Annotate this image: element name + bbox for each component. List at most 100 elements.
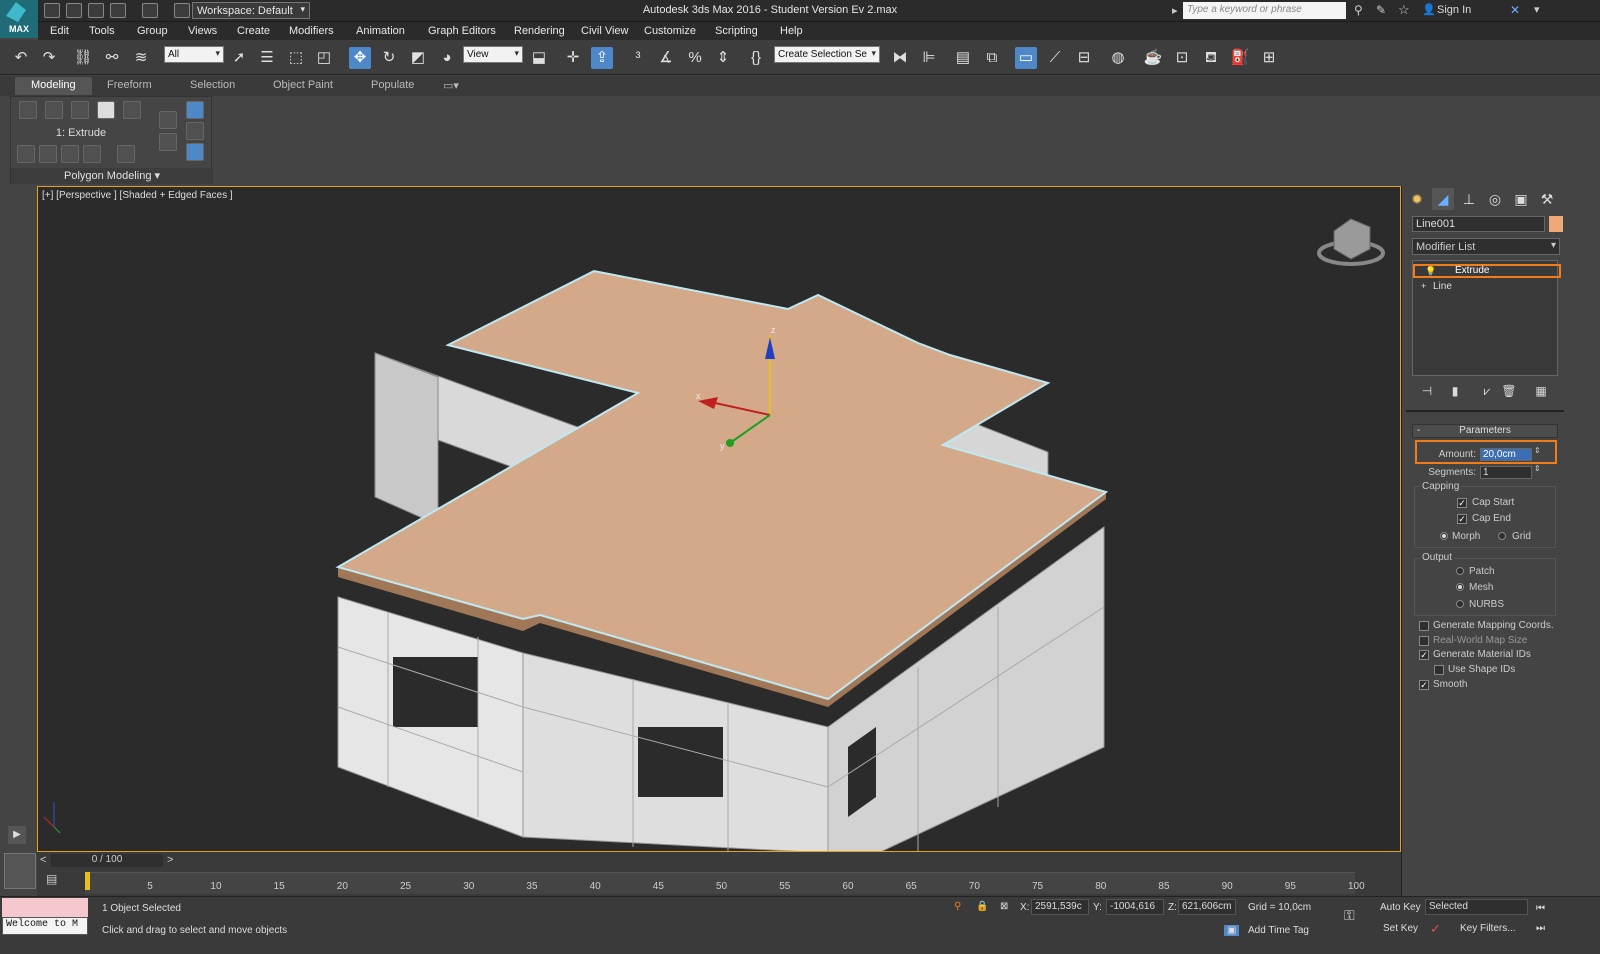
amount-input[interactable]: 20,0cm bbox=[1480, 448, 1532, 461]
bind-space-warp-icon[interactable]: ≋ bbox=[130, 47, 152, 69]
new-file-icon[interactable] bbox=[44, 3, 60, 18]
hierarchy-panel-icon[interactable]: ⊥ bbox=[1458, 188, 1480, 210]
rendered-frame-window-icon[interactable]: ⊡ bbox=[1171, 47, 1193, 69]
undo-icon[interactable]: ↶ bbox=[10, 47, 32, 69]
z-coord-field[interactable]: 621,606cm bbox=[1178, 899, 1236, 915]
element-icon[interactable] bbox=[123, 101, 141, 119]
use-shape-ids-checkbox[interactable] bbox=[1434, 665, 1444, 675]
real-world-checkbox[interactable] bbox=[1419, 636, 1429, 646]
toggle-modifier-icon[interactable] bbox=[117, 145, 135, 163]
show-end-result-icon[interactable] bbox=[83, 145, 101, 163]
percent-snap-icon[interactable]: % bbox=[684, 47, 706, 69]
modify-panel-icon[interactable]: ◢ bbox=[1432, 188, 1454, 210]
segments-spinner-icon[interactable]: ⇕ bbox=[1534, 464, 1541, 473]
render-setup-icon[interactable]: ☕ bbox=[1142, 47, 1164, 69]
select-and-scale-icon[interactable]: ◩ bbox=[407, 47, 429, 69]
generate-mapping-checkbox[interactable] bbox=[1419, 621, 1429, 631]
redo-icon[interactable]: ↷ bbox=[38, 47, 60, 69]
exchange-icon[interactable]: ✕ bbox=[1510, 3, 1520, 17]
amount-spinner-icon[interactable]: ⇕ bbox=[1534, 446, 1541, 455]
ribbon-toggle-icon[interactable]: ▭ bbox=[1015, 47, 1037, 69]
time-slider-marker[interactable] bbox=[85, 872, 90, 890]
border-icon[interactable] bbox=[71, 101, 89, 119]
stack-up-icon[interactable] bbox=[39, 145, 57, 163]
menu-customize[interactable]: Customize bbox=[644, 25, 696, 37]
workspace-dropdown[interactable]: Workspace: Default bbox=[192, 2, 310, 19]
cap-start-checkbox[interactable]: ✓ bbox=[1457, 498, 1467, 508]
search-arrow-icon[interactable]: ▸ bbox=[1172, 4, 1178, 17]
tab-modeling[interactable]: Modeling bbox=[15, 77, 92, 95]
configure-modifier-sets-icon[interactable]: ▦ bbox=[1532, 384, 1550, 402]
tab-selection[interactable]: Selection bbox=[190, 79, 235, 91]
selection-filter-dropdown[interactable]: All bbox=[164, 46, 224, 63]
open-file-icon[interactable] bbox=[66, 3, 82, 18]
link-icon[interactable]: ⛓ bbox=[72, 47, 94, 69]
pin-stack-icon[interactable]: ⊣ bbox=[1418, 384, 1436, 402]
select-manipulate-icon[interactable]: ✛ bbox=[562, 47, 584, 69]
mini-listener[interactable] bbox=[4, 853, 36, 889]
lightbulb-icon[interactable]: 💡 bbox=[1425, 266, 1436, 276]
polygon-modeling-panel-label[interactable]: Polygon Modeling ▾ bbox=[11, 168, 213, 184]
vertex-icon[interactable] bbox=[19, 101, 37, 119]
sign-in-link[interactable]: Sign In bbox=[1437, 4, 1471, 16]
menu-create[interactable]: Create bbox=[237, 25, 270, 37]
ignore-backfacing-icon[interactable] bbox=[186, 101, 204, 119]
communication-icon[interactable]: ✎ bbox=[1376, 3, 1386, 17]
by-angle-icon[interactable] bbox=[186, 122, 204, 140]
nurbs-radio[interactable] bbox=[1456, 600, 1464, 608]
set-key-button[interactable]: Set Key bbox=[1383, 923, 1418, 934]
align-icon[interactable]: ⊫ bbox=[918, 47, 940, 69]
pivot-center-icon[interactable]: ⬓ bbox=[528, 47, 550, 69]
generate-material-ids-checkbox[interactable]: ✓ bbox=[1419, 650, 1429, 660]
remove-modifier-icon[interactable]: 🗑 bbox=[1500, 384, 1518, 402]
time-tag-icon[interactable]: ▣ bbox=[1224, 925, 1240, 936]
unlink-icon[interactable]: ⚯ bbox=[101, 47, 123, 69]
y-coord-field[interactable]: -1004,616 bbox=[1106, 899, 1164, 915]
search-input[interactable]: Type a keyword or phrase bbox=[1183, 2, 1346, 19]
add-time-tag-button[interactable]: Add Time Tag bbox=[1248, 925, 1309, 936]
select-and-move-icon[interactable]: ✥ bbox=[349, 47, 371, 69]
stack-item-line[interactable]: + Line bbox=[1413, 281, 1553, 293]
select-and-rotate-icon[interactable]: ↻ bbox=[378, 47, 400, 69]
modify-mode-icon[interactable] bbox=[17, 145, 35, 163]
mirror-icon[interactable]: ⧓ bbox=[889, 47, 911, 69]
render-iterative-icon[interactable]: ⛽ bbox=[1229, 47, 1251, 69]
next-frame-icon[interactable]: > bbox=[167, 854, 173, 866]
undo-icon[interactable] bbox=[110, 3, 126, 18]
stack-item-extrude[interactable]: 💡 Extrude bbox=[1413, 264, 1561, 278]
help-dropdown-icon[interactable]: ▾ bbox=[1534, 3, 1540, 16]
object-name-field[interactable]: Line001 bbox=[1412, 216, 1545, 232]
go-to-start-icon[interactable]: ⏮ bbox=[1536, 903, 1545, 914]
motion-panel-icon[interactable]: ◎ bbox=[1484, 188, 1506, 210]
curve-editor-icon[interactable]: ⟋ bbox=[1044, 47, 1066, 69]
reference-coordinate-dropdown[interactable]: View bbox=[463, 46, 523, 63]
select-object-icon[interactable]: ➚ bbox=[228, 47, 250, 69]
keyboard-shortcut-override-icon[interactable]: ⇪ bbox=[591, 47, 613, 69]
menu-views[interactable]: Views bbox=[188, 25, 217, 37]
menu-scripting[interactable]: Scripting bbox=[715, 25, 758, 37]
named-selection-sets-dropdown[interactable]: Create Selection Se bbox=[774, 46, 880, 63]
key-filters-button[interactable]: Key Filters... bbox=[1460, 923, 1516, 934]
key-set-dropdown[interactable]: Selected bbox=[1425, 899, 1528, 915]
menu-animation[interactable]: Animation bbox=[356, 25, 405, 37]
auto-key-button[interactable]: Auto Key bbox=[1380, 902, 1421, 913]
welcome-field[interactable]: Welcome to M bbox=[2, 917, 88, 935]
x-coord-field[interactable]: 2591,539c bbox=[1031, 899, 1089, 915]
scene-explorer-icon[interactable]: ▤ bbox=[952, 47, 974, 69]
grid-radio[interactable] bbox=[1498, 532, 1506, 540]
redo-icon[interactable] bbox=[142, 3, 158, 18]
spinner-snap-icon[interactable]: ⇕ bbox=[712, 47, 734, 69]
soft-selection-icon[interactable] bbox=[186, 143, 204, 161]
lock-selection-icon[interactable]: 🔒 bbox=[976, 901, 988, 912]
menu-modifiers[interactable]: Modifiers bbox=[289, 25, 334, 37]
window-crossing-icon[interactable]: ◰ bbox=[313, 47, 335, 69]
edge-icon[interactable] bbox=[45, 101, 63, 119]
favorites-icon[interactable]: ☆ bbox=[1398, 2, 1410, 18]
time-slider[interactable]: 0 / 100 bbox=[51, 854, 163, 867]
render-production-icon[interactable]: ⛾ bbox=[1200, 47, 1222, 69]
smooth-checkbox[interactable]: ✓ bbox=[1419, 680, 1429, 690]
stack-down-icon[interactable] bbox=[61, 145, 79, 163]
schematic-view-icon[interactable]: ⊟ bbox=[1073, 47, 1095, 69]
repeat-last-icon[interactable] bbox=[159, 133, 177, 151]
tab-object-paint[interactable]: Object Paint bbox=[273, 79, 333, 91]
